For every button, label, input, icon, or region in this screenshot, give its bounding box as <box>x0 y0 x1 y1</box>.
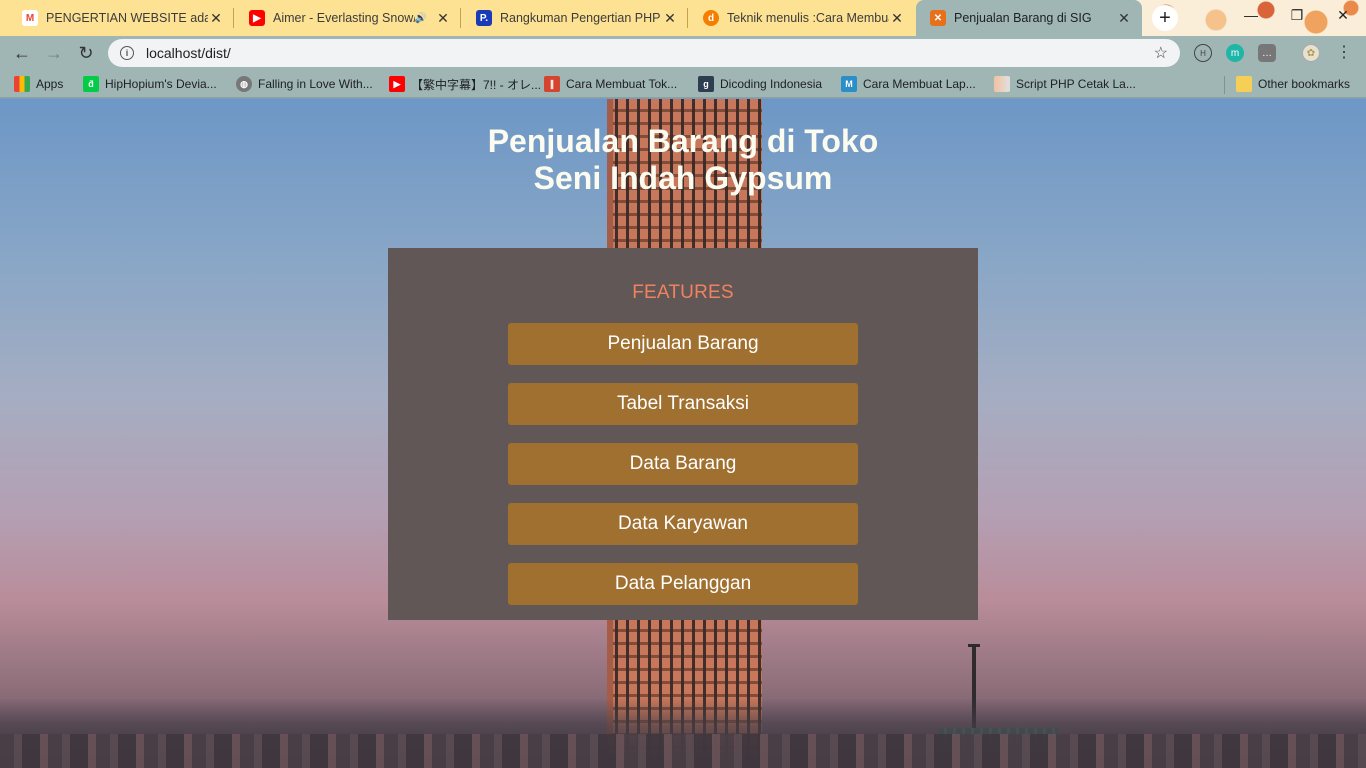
tabel-transaksi-button[interactable]: Tabel Transaksi <box>508 383 858 425</box>
bookmark-label: Falling in Love With... <box>258 77 373 91</box>
tab-title: Aimer - Everlasting Snow/L <box>273 11 415 25</box>
globe-icon: ◍ <box>236 76 252 92</box>
apps-grid-icon <box>14 76 30 92</box>
data-barang-button[interactable]: Data Barang <box>508 443 858 485</box>
extension-m-icon[interactable]: m <box>1226 44 1244 62</box>
tab-title: Teknik menulis :Cara Membuat <box>727 11 889 25</box>
chat-extension-icon[interactable]: … <box>1258 44 1276 62</box>
minimize-button[interactable]: — <box>1228 0 1274 30</box>
tab-2[interactable]: ▶ Aimer - Everlasting Snow/L 🔊 ✕ <box>235 0 461 36</box>
deviantart-icon: ƌ <box>83 76 99 92</box>
blogger-icon: ∥ <box>544 76 560 92</box>
youtube-icon: ▶ <box>249 10 265 26</box>
tab-4[interactable]: d Teknik menulis :Cara Membuat ✕ <box>689 0 915 36</box>
bookmark-apps[interactable]: Apps <box>14 74 63 94</box>
folder-icon <box>1236 76 1252 92</box>
xampp-icon: ✕ <box>930 10 946 26</box>
data-karyawan-button[interactable]: Data Karyawan <box>508 503 858 545</box>
close-icon[interactable]: ✕ <box>435 10 451 27</box>
bookmark-other[interactable]: Other bookmarks <box>1236 74 1350 94</box>
page-icon <box>994 76 1010 92</box>
menu-icon[interactable]: ⋮ <box>1336 42 1352 64</box>
page-title-line-1: Penjualan Barang di Toko <box>487 123 879 159</box>
close-icon[interactable]: ✕ <box>889 10 905 27</box>
bookmark-cara-membuat-tok[interactable]: ∥ Cara Membuat Tok... <box>544 74 677 94</box>
bookmark-dicoding[interactable]: g Dicoding Indonesia <box>698 74 822 94</box>
p-icon: P. <box>476 10 492 26</box>
close-icon[interactable]: ✕ <box>1116 10 1132 27</box>
tab-title: PENGERTIAN WEBSITE adalah: <box>46 11 208 25</box>
bookmark-script-php[interactable]: Script PHP Cetak La... <box>994 74 1136 94</box>
features-heading: FEATURES <box>632 282 734 303</box>
penjualan-barang-button[interactable]: Penjualan Barang <box>508 323 858 365</box>
close-window-button[interactable]: ✕ <box>1320 0 1366 30</box>
dicoding-icon: g <box>698 76 714 92</box>
tab-3[interactable]: P. Rangkuman Pengertian PHP D ✕ <box>462 0 688 36</box>
bookmark-label: Cara Membuat Tok... <box>566 77 678 91</box>
close-icon[interactable]: ✕ <box>662 10 678 27</box>
close-icon[interactable]: ✕ <box>208 10 224 27</box>
page-viewport: Penjualan Barang di Toko Seni Indah Gyps… <box>0 99 1366 768</box>
background-skyline <box>0 734 1366 768</box>
bookmark-label: HipHopium's Devia... <box>105 77 217 91</box>
bookmark-label: Apps <box>36 77 64 91</box>
bookmark-label: Other bookmarks <box>1258 77 1351 91</box>
bookmark-label: Cara Membuat Lap... <box>863 77 976 91</box>
star-icon[interactable]: ☆ <box>1154 43 1168 63</box>
data-pelanggan-button[interactable]: Data Pelanggan <box>508 563 858 605</box>
bookmark-label: Script PHP Cetak La... <box>1016 77 1136 91</box>
gmail-icon: M <box>22 10 38 26</box>
extension-icon[interactable]: H <box>1194 44 1212 62</box>
reload-button[interactable]: ↻ <box>72 40 100 66</box>
features-panel: FEATURES Penjualan Barang Tabel Transaks… <box>388 248 978 620</box>
tab-5-active[interactable]: ✕ Penjualan Barang di SIG ✕ <box>916 0 1142 36</box>
info-icon[interactable]: i <box>120 46 134 60</box>
address-bar[interactable]: i localhost/dist/ ☆ <box>108 39 1180 67</box>
speaker-icon[interactable]: 🔊 <box>415 13 427 24</box>
bookmark-label: Dicoding Indonesia <box>720 77 823 91</box>
url-text[interactable]: localhost/dist/ <box>146 45 1154 61</box>
forward-button[interactable]: → <box>40 40 68 66</box>
youtube-icon: ▶ <box>389 76 405 92</box>
bookmarks-divider <box>1224 76 1225 94</box>
tab-1[interactable]: M PENGERTIAN WEBSITE adalah: ✕ <box>8 0 234 36</box>
bookmarks-bar: Apps ƌ HipHopium's Devia... ◍ Falling in… <box>0 70 1366 98</box>
tab-strip: M PENGERTIAN WEBSITE adalah: ✕ ▶ Aimer -… <box>0 0 1366 36</box>
new-tab-button[interactable]: + <box>1152 5 1178 31</box>
m-icon: M <box>841 76 857 92</box>
browser-toolbar: ← → ↻ i localhost/dist/ ☆ H m … ✿ ⋮ <box>0 36 1366 70</box>
profile-avatar[interactable]: ✿ <box>1302 44 1320 62</box>
bookmark-deviantart[interactable]: ƌ HipHopium's Devia... <box>83 74 217 94</box>
maximize-button[interactable]: ❐ <box>1274 0 1320 30</box>
bookmark-label: 【繁中字幕】7!! - オレ... <box>411 77 542 92</box>
tab-title: Penjualan Barang di SIG <box>954 11 1092 25</box>
page-title: Penjualan Barang di Toko Seni Indah Gyps… <box>383 123 983 197</box>
bookmark-cara-membuat-lap[interactable]: M Cara Membuat Lap... <box>841 74 976 94</box>
bookmark-falling-in-love[interactable]: ◍ Falling in Love With... <box>236 74 373 94</box>
back-button[interactable]: ← <box>8 40 36 66</box>
background-antenna-top <box>968 644 980 647</box>
blogger-icon: d <box>703 10 719 26</box>
page-title-line-2: Seni Indah Gypsum <box>533 160 833 196</box>
tab-title: Rangkuman Pengertian PHP D <box>500 11 662 25</box>
bookmark-youtube[interactable]: ▶ 【繁中字幕】7!! - オレ... <box>389 74 541 94</box>
